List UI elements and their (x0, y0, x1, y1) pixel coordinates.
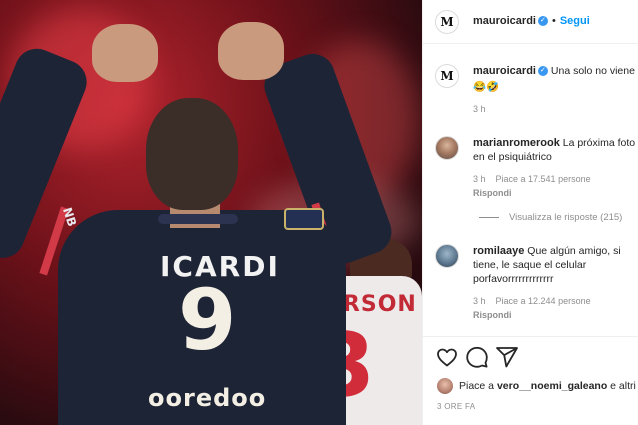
commenter-avatar[interactable] (435, 136, 459, 160)
mi-logo-icon: M (440, 15, 454, 29)
post-header: M mauroicardi ✓ • Segui (423, 0, 638, 44)
main-player: NB ICARDI 9 ooredoo (0, 0, 398, 425)
comment-text: Que algún amigo, si (527, 245, 621, 257)
separator-dot: • (551, 15, 556, 27)
verified-badge-icon: ✓ (537, 16, 548, 27)
comment-likes[interactable]: Piace a 12.244 persone (496, 296, 591, 306)
author-avatar[interactable]: M (435, 10, 459, 34)
header-user-line: mauroicardi ✓ • Segui (473, 15, 590, 27)
follow-button[interactable]: Segui (560, 15, 590, 27)
likes-prefix: Piace a (459, 380, 497, 392)
comment-line: tiene, le saque el celular (473, 259, 587, 271)
comment-line: porfavorrrrrrrrrrrrr (473, 273, 554, 285)
caption-line-1: mauroicardi✓ Una solo no viene tampoco (473, 64, 638, 78)
post-photo[interactable]: MERSON 3 NB ICARDI 9 ooredoo (0, 0, 422, 425)
view-replies-button[interactable]: Visualizza le risposte (215) (479, 212, 622, 223)
reply-button[interactable]: Rispondi (473, 310, 512, 320)
mi-logo-icon: M (440, 69, 454, 83)
likes-suffix: e altri (607, 380, 636, 392)
comment-meta: 3 h Piace a 12.244 persone (473, 296, 601, 306)
post-timestamp[interactable]: 3 ORE FA (437, 402, 475, 411)
caption-time[interactable]: 3 h (473, 104, 486, 114)
share-icon[interactable] (495, 345, 519, 369)
caption-username[interactable]: mauroicardi (473, 65, 536, 77)
caption-avatar[interactable]: M (435, 64, 459, 88)
action-bar (423, 336, 638, 376)
caption-text: Una solo no viene tampoco (550, 65, 638, 77)
likes-summary[interactable]: Piace a vero__noemi_galeano e altri (437, 378, 638, 394)
verified-badge-icon: ✓ (537, 66, 548, 77)
comment-text: La próxima foto (562, 137, 636, 149)
post-sidebar: M mauroicardi ✓ • Segui M mauroicardi ✓ Una … (422, 0, 638, 425)
author-username[interactable]: mauroicardi (473, 15, 536, 27)
jersey-sponsor: ooredoo (148, 384, 267, 412)
view-replies-label: Visualizza le risposte (215) (509, 212, 623, 223)
right-fist (218, 22, 284, 80)
commenter-username[interactable]: marianromerook (473, 137, 560, 149)
comment-likes[interactable]: Piace a 17.541 persone (496, 174, 591, 184)
league-patch (284, 208, 324, 230)
commenter-username[interactable]: romilaaye (473, 245, 524, 257)
comment-meta: 3 h Piace a 17.541 persone (473, 174, 601, 184)
commenter-avatar[interactable] (435, 244, 459, 268)
left-fist (92, 24, 158, 82)
liker-username[interactable]: vero__noemi_galeano (497, 380, 607, 392)
replies-divider (479, 216, 499, 218)
comment-icon[interactable] (465, 345, 489, 369)
heart-icon[interactable] (435, 345, 459, 369)
jersey-collar (158, 214, 238, 224)
jersey-number: 9 (178, 271, 237, 369)
caption-emoji: 😂🤣 (473, 81, 500, 93)
caption-meta: 3 h (473, 104, 496, 114)
comment-time[interactable]: 3 h (473, 174, 486, 184)
comment-line: romilaaye Que algún amigo, si (473, 244, 638, 258)
comment-time[interactable]: 3 h (473, 296, 486, 306)
comment-line: marianromerook La próxima foto (473, 136, 638, 150)
liker-avatar (437, 378, 453, 394)
caption-line-2: 😂🤣 (473, 80, 638, 94)
player-head (146, 98, 238, 210)
comment-line: en el psiquiátrico (473, 151, 552, 163)
reply-button[interactable]: Rispondi (473, 188, 512, 198)
